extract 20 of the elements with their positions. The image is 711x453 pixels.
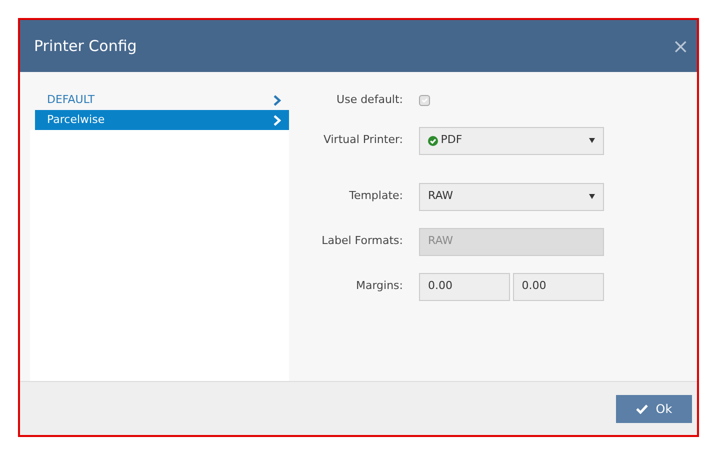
- field-label: Template:: [348, 188, 403, 204]
- close-button[interactable]: ×: [672, 36, 689, 56]
- field-label: Virtual Printer:: [322, 132, 403, 148]
- checkmark-icon: [636, 404, 648, 414]
- sidebar-item[interactable]: DEFAULT: [35, 90, 289, 110]
- field-label: Use default:: [336, 92, 403, 108]
- field-label: Margins:: [354, 278, 403, 294]
- checkbox[interactable]: [419, 94, 430, 106]
- caret-down-icon: [589, 138, 595, 143]
- input-field[interactable]: 0.00: [512, 272, 604, 300]
- sidebar-item[interactable]: Parcelwise: [35, 110, 289, 130]
- ok-button[interactable]: Ok: [616, 394, 692, 422]
- window-title: Printer Config: [34, 37, 137, 55]
- chevron-right-icon: [273, 94, 281, 106]
- chevron-right-icon: [273, 114, 281, 126]
- input-field[interactable]: 0.00: [419, 272, 510, 300]
- field-label: Label Formats:: [320, 233, 403, 250]
- select-field[interactable]: RAW: [419, 182, 604, 210]
- caret-down-icon: [589, 194, 595, 199]
- select-field[interactable]: PDF: [419, 126, 604, 154]
